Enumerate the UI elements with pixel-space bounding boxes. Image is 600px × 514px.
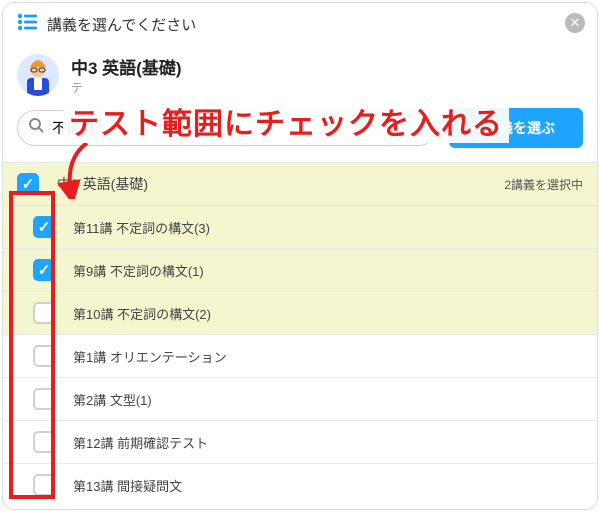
lecture-checkbox[interactable] bbox=[33, 259, 55, 281]
course-header: 中3 英語(基礎) テ bbox=[3, 46, 597, 100]
lecture-label: 第9講 不定詞の構文(1) bbox=[73, 261, 204, 280]
lecture-label: 第13講 間接疑問文 bbox=[73, 476, 182, 495]
teacher-avatar bbox=[17, 54, 59, 96]
lecture-checkbox[interactable] bbox=[33, 474, 55, 496]
select-lectures-modal: 講義を選んでください ✕ 中3 英語(基礎) テ テスト範囲にチェックを入れる … bbox=[2, 2, 598, 510]
group-checkbox[interactable] bbox=[17, 173, 39, 195]
lecture-checkbox[interactable] bbox=[33, 216, 55, 238]
lecture-label: 第10講 不定詞の構文(2) bbox=[73, 304, 211, 323]
lecture-group-row[interactable]: 中3 英語(基礎) 2講義を選択中 bbox=[3, 163, 597, 206]
modal-title: 講義を選んでください bbox=[47, 14, 196, 35]
course-subtitle: テ bbox=[71, 79, 182, 96]
lecture-label: 第1講 オリエンテーション bbox=[73, 347, 227, 366]
lecture-checkbox[interactable] bbox=[33, 302, 55, 324]
lecture-list: 中3 英語(基礎) 2講義を選択中 第11講 不定詞の構文(3) 第9講 不定詞の… bbox=[3, 162, 597, 502]
lecture-checkbox[interactable] bbox=[33, 431, 55, 453]
close-button[interactable]: ✕ bbox=[565, 13, 585, 33]
course-title: 中3 英語(基礎) bbox=[71, 54, 182, 79]
lecture-label: 第11講 不定詞の構文(3) bbox=[73, 218, 210, 237]
modal-header: 講義を選んでください bbox=[3, 3, 597, 46]
lecture-row[interactable]: 第9講 不定詞の構文(1) bbox=[3, 249, 597, 292]
lecture-row[interactable]: 第11講 不定詞の構文(3) bbox=[3, 206, 597, 249]
lecture-label: 第12講 前期確認テスト bbox=[73, 433, 208, 452]
lecture-row[interactable]: 第10講 不定詞の構文(2) bbox=[3, 292, 597, 335]
lecture-label: 第2講 文型(1) bbox=[73, 390, 152, 409]
lecture-row[interactable]: 第13講 間接疑問文 bbox=[3, 464, 597, 502]
annotation-text: テスト範囲にチェックを入れる bbox=[63, 99, 509, 143]
lecture-row[interactable]: 第1講 オリエンテーション bbox=[3, 335, 597, 378]
group-status: 2講義を選択中 bbox=[504, 176, 583, 193]
close-icon: ✕ bbox=[570, 15, 581, 31]
lecture-row[interactable]: 第2講 文型(1) bbox=[3, 378, 597, 421]
group-label: 中3 英語(基礎) bbox=[57, 174, 148, 194]
list-icon bbox=[17, 13, 37, 36]
lecture-checkbox[interactable] bbox=[33, 345, 55, 367]
lecture-checkbox[interactable] bbox=[33, 388, 55, 410]
search-icon bbox=[29, 118, 44, 138]
lecture-row[interactable]: 第12講 前期確認テスト bbox=[3, 421, 597, 464]
